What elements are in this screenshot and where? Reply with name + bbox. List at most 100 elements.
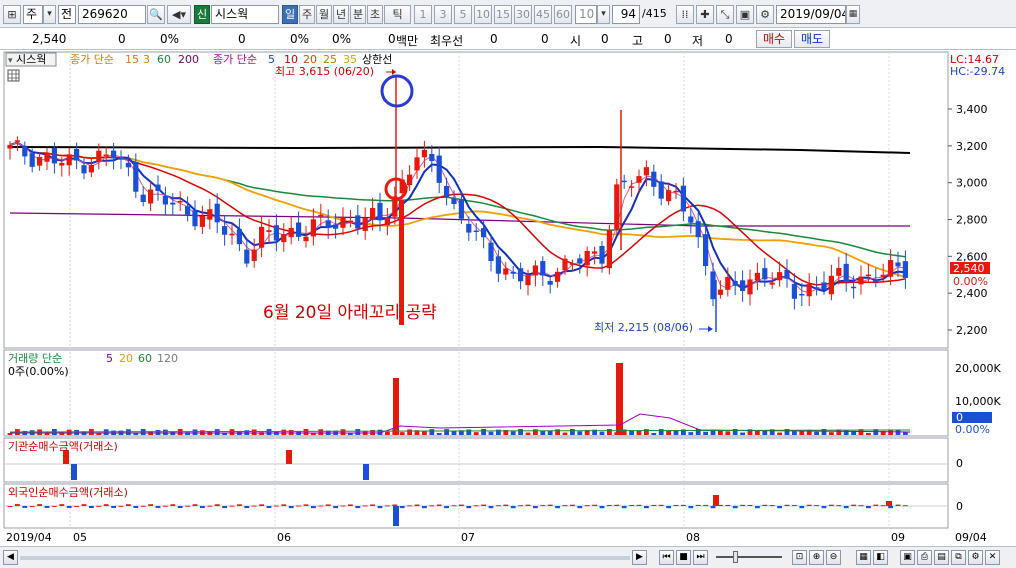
- foreign-bar: [821, 506, 827, 509]
- period-week-tab[interactable]: 주: [299, 5, 315, 24]
- x-label-right: 09/04: [955, 531, 987, 544]
- chart-edit-icon[interactable]: ⤡: [716, 5, 734, 24]
- buy-button[interactable]: 매수: [756, 30, 792, 48]
- foreign-bar: [444, 506, 449, 509]
- settings-icon[interactable]: ⚙: [968, 550, 983, 565]
- foreign-bar: [814, 505, 819, 507]
- display-count-input[interactable]: 94: [612, 5, 640, 24]
- custom-interval-input[interactable]: 10: [575, 5, 597, 24]
- foreign-bar: [118, 505, 124, 507]
- panel-menu-icon[interactable]: ▾: [8, 56, 13, 66]
- candle-body: [444, 186, 450, 198]
- grid-dots-icon[interactable]: ⁞⁞: [676, 5, 694, 24]
- save-icon[interactable]: ▣: [736, 5, 754, 24]
- export-icon[interactable]: ▤: [934, 550, 949, 565]
- foreign-bar: [873, 504, 879, 506]
- foreign-bar: [362, 505, 368, 507]
- volume-bar: [599, 431, 605, 435]
- search-icon[interactable]: 🔍: [147, 5, 165, 24]
- chart-type-icon[interactable]: ⊞: [3, 5, 21, 24]
- volume-bar: [510, 431, 516, 435]
- interval-30-button[interactable]: 30: [514, 5, 532, 24]
- x-label-09: 09: [891, 531, 905, 544]
- candle-body: [725, 276, 731, 290]
- layout-split-icon[interactable]: ◧: [873, 550, 888, 565]
- layout-grid-icon[interactable]: ▦: [856, 550, 871, 565]
- scroll-left-button[interactable]: ◀: [3, 550, 18, 565]
- scroll-right-button[interactable]: ▶: [632, 550, 647, 565]
- zoom-out-icon[interactable]: ⊖: [826, 550, 841, 565]
- candle-body: [7, 144, 13, 149]
- copy-icon[interactable]: ⧉: [951, 550, 966, 565]
- chevron-down-icon[interactable]: ▾: [597, 5, 610, 24]
- period-second-tab[interactable]: 초: [367, 5, 383, 24]
- open-label: 시: [570, 34, 582, 48]
- interval-60-button[interactable]: 60: [554, 5, 572, 24]
- open-value: 0: [601, 32, 609, 46]
- period-tick-tab[interactable]: 틱: [384, 5, 411, 24]
- candle-body: [540, 261, 546, 276]
- close-icon[interactable]: ✕: [985, 550, 1000, 565]
- zoom-in-icon[interactable]: ⊕: [809, 550, 824, 565]
- candle-body: [170, 202, 176, 205]
- foreign-bar: [888, 506, 893, 509]
- foreign-bar: [140, 505, 146, 507]
- volume-bar: [762, 430, 768, 435]
- period-day-tab[interactable]: 일: [282, 5, 298, 24]
- candle-body: [629, 186, 635, 188]
- interval-5-button[interactable]: 5: [454, 5, 472, 24]
- foreign-bar: [836, 505, 842, 507]
- volume-bar: [385, 431, 390, 435]
- volume-bar: [288, 429, 294, 435]
- print-icon[interactable]: ⎙: [917, 550, 932, 565]
- volume-bar: [740, 432, 745, 435]
- sell-button[interactable]: 매도: [794, 30, 830, 48]
- candle-body: [902, 261, 908, 278]
- hc-label: HC:-29.74: [950, 65, 1005, 78]
- table-icon[interactable]: [7, 69, 20, 82]
- foreign-bar: [503, 504, 509, 506]
- foreign-bar: [473, 505, 479, 507]
- institution-bar: [363, 464, 369, 480]
- x-label-05: 05: [73, 531, 87, 544]
- foreign-bar: [903, 505, 908, 507]
- date-input[interactable]: 2019/09/04: [776, 5, 846, 24]
- stock-chart[interactable]: 시스웍 ▾ 종가 단순 15 3 60 200 종가 단순 5 10 20 25…: [0, 50, 1016, 546]
- zoom-fit-icon[interactable]: ⊡: [792, 550, 807, 565]
- volume-bar: [399, 432, 405, 435]
- x-label-08: 08: [686, 531, 700, 544]
- volume-bar: [533, 429, 538, 435]
- candle-body: [96, 150, 102, 162]
- interval-45-button[interactable]: 45: [534, 5, 552, 24]
- period-year-tab[interactable]: 년: [333, 5, 349, 24]
- speaker-icon[interactable]: ◀▾: [167, 5, 191, 24]
- interval-10-button[interactable]: 10: [474, 5, 492, 24]
- stop-button[interactable]: ■: [676, 550, 691, 565]
- interval-3-button[interactable]: 3: [434, 5, 452, 24]
- stock-name-field[interactable]: 시스웍: [211, 5, 279, 24]
- foreign-bar: [29, 505, 35, 507]
- period-month-tab[interactable]: 월: [316, 5, 332, 24]
- screenshot-icon[interactable]: ▣: [900, 550, 915, 565]
- foreign-bar: [340, 505, 346, 507]
- price-y-tick: 3,000: [956, 177, 988, 190]
- gear-icon[interactable]: ⚙: [756, 5, 774, 24]
- zoom-slider[interactable]: [716, 556, 782, 558]
- period-minute-tab[interactable]: 분: [350, 5, 366, 24]
- scroll-track[interactable]: [20, 556, 630, 560]
- first-page-button[interactable]: ⏮: [659, 550, 674, 565]
- interval-1-button[interactable]: 1: [414, 5, 432, 24]
- candle-body: [244, 249, 250, 264]
- last-page-button[interactable]: ⏭: [693, 550, 708, 565]
- indicator-add-icon[interactable]: ✚: [696, 5, 714, 24]
- market-dropdown-button[interactable]: ▾: [43, 5, 56, 24]
- best-bid-label: 최우선: [430, 34, 464, 48]
- interval-15-button[interactable]: 15: [494, 5, 512, 24]
- market-type-select[interactable]: 주: [23, 5, 43, 24]
- stock-code-input[interactable]: 269620: [78, 5, 146, 24]
- volume-bar: [473, 432, 479, 435]
- calendar-icon[interactable]: ▦: [846, 5, 860, 24]
- all-filter-toggle[interactable]: 전: [58, 5, 76, 24]
- zoom-slider-thumb[interactable]: [733, 551, 738, 563]
- candle-body: [377, 202, 383, 221]
